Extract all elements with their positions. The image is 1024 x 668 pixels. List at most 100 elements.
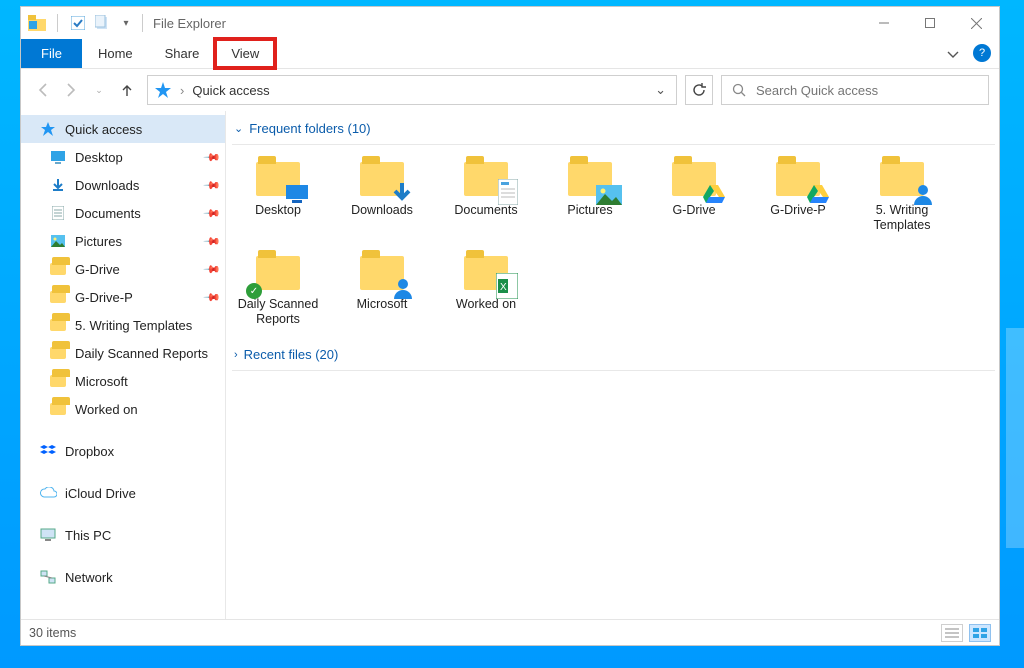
- sidebar-dropbox[interactable]: Dropbox: [21, 437, 225, 465]
- folder-tile[interactable]: Documents: [440, 151, 532, 245]
- folder-icon: [874, 155, 930, 203]
- download-overlay-icon: [390, 181, 414, 205]
- folder-person-icon: [49, 316, 67, 334]
- pin-icon: 📌: [203, 288, 222, 307]
- folder-tile[interactable]: G-Drive-P: [752, 151, 844, 245]
- maximize-button[interactable]: [907, 9, 953, 37]
- desktop-background-accent: [1006, 328, 1024, 548]
- status-bar: 30 items: [21, 619, 999, 645]
- back-button[interactable]: [31, 78, 55, 102]
- folder-icon: [770, 155, 826, 203]
- ribbon-expand-chevron-icon[interactable]: [937, 39, 969, 68]
- forward-button[interactable]: [59, 78, 83, 102]
- pin-icon: 📌: [203, 260, 222, 279]
- folder-tile[interactable]: 5. Writing Templates: [856, 151, 948, 245]
- collapse-caret-icon: ⌄: [234, 122, 243, 135]
- close-button[interactable]: [953, 9, 999, 37]
- large-icons-view-button[interactable]: [969, 624, 991, 642]
- picture-overlay-icon: [596, 185, 622, 205]
- folder-check-icon: [49, 344, 67, 362]
- recent-locations-chevron-icon[interactable]: ⌄: [87, 78, 111, 102]
- tab-file[interactable]: File: [21, 39, 82, 68]
- pin-icon: 📌: [203, 204, 222, 223]
- sidebar-this-pc[interactable]: This PC: [21, 521, 225, 549]
- separator: [57, 14, 58, 32]
- sidebar-label: Dropbox: [65, 444, 114, 459]
- frequent-folders-header[interactable]: ⌄ Frequent folders (10): [232, 117, 995, 144]
- desktop-overlay-icon: [284, 183, 310, 205]
- sidebar-label: iCloud Drive: [65, 486, 136, 501]
- folder-tile[interactable]: G-Drive: [648, 151, 740, 245]
- up-button[interactable]: [115, 78, 139, 102]
- search-icon: [732, 83, 746, 97]
- desktop-monitor-icon: [49, 148, 67, 166]
- sidebar-item-label: G-Drive: [75, 262, 120, 277]
- folder-tile[interactable]: XWorked on: [440, 245, 532, 339]
- folder-icon: ✓: [250, 249, 306, 297]
- folder-tile[interactable]: Desktop: [232, 151, 324, 245]
- dropbox-icon: [39, 442, 57, 460]
- new-folder-qat-icon[interactable]: [92, 13, 112, 33]
- address-bar[interactable]: › Quick access ⌄: [147, 75, 677, 105]
- download-arrow-icon: [49, 176, 67, 194]
- folder-tile[interactable]: Downloads: [336, 151, 428, 245]
- folder-icon: [354, 155, 410, 203]
- search-box[interactable]: [721, 75, 989, 105]
- address-dropdown-chevron-icon[interactable]: ⌄: [651, 82, 670, 98]
- tab-share[interactable]: Share: [149, 39, 216, 68]
- folder-icon: [49, 288, 67, 306]
- breadcrumb-location[interactable]: Quick access: [192, 83, 269, 98]
- quick-access-toolbar: ▾: [21, 13, 136, 33]
- pin-icon: 📌: [203, 232, 222, 251]
- sidebar-label: Quick access: [65, 122, 142, 137]
- sidebar-icloud[interactable]: iCloud Drive: [21, 479, 225, 507]
- expand-caret-icon: ›: [234, 349, 238, 361]
- tab-home[interactable]: Home: [82, 39, 149, 68]
- sidebar-network[interactable]: Network: [21, 563, 225, 591]
- this-pc-icon: [39, 526, 57, 544]
- folder-tile[interactable]: Pictures: [544, 151, 636, 245]
- folder-icon: [666, 155, 722, 203]
- folder-icon: [49, 260, 67, 278]
- sidebar-item-label: Pictures: [75, 234, 122, 249]
- sidebar-item-gdrive[interactable]: G-Drive 📌: [21, 255, 225, 283]
- sidebar-item-documents[interactable]: Documents 📌: [21, 199, 225, 227]
- separator: [142, 14, 143, 32]
- sidebar-item-desktop[interactable]: Desktop 📌: [21, 143, 225, 171]
- pin-icon: 📌: [203, 176, 222, 195]
- help-button[interactable]: ?: [973, 44, 991, 62]
- content-pane: ⌄ Frequent folders (10) DesktopDownloads…: [226, 111, 999, 619]
- refresh-button[interactable]: [685, 75, 713, 105]
- folder-label: Pictures: [567, 203, 612, 218]
- item-count: 30 items: [29, 626, 76, 640]
- sidebar-item-pictures[interactable]: Pictures 📌: [21, 227, 225, 255]
- minimize-button[interactable]: [861, 9, 907, 37]
- folder-tile[interactable]: Microsoft: [336, 245, 428, 339]
- properties-checkbox-icon[interactable]: [68, 13, 88, 33]
- sidebar-item-daily-scanned[interactable]: Daily Scanned Reports: [21, 339, 225, 367]
- sidebar-item-writing-templates[interactable]: 5. Writing Templates: [21, 311, 225, 339]
- folder-tile[interactable]: ✓Daily Scanned Reports: [232, 245, 324, 339]
- picture-icon: [49, 232, 67, 250]
- sidebar-item-gdrive-p[interactable]: G-Drive-P 📌: [21, 283, 225, 311]
- section-title: Recent files (20): [244, 347, 339, 362]
- sidebar-item-downloads[interactable]: Downloads 📌: [21, 171, 225, 199]
- qat-customize-chevron-icon[interactable]: ▾: [116, 13, 136, 33]
- search-input[interactable]: [756, 83, 978, 98]
- sidebar-quick-access[interactable]: Quick access: [21, 115, 225, 143]
- excel-overlay-icon: X: [496, 273, 518, 299]
- sidebar-item-worked-on[interactable]: Worked on: [21, 395, 225, 423]
- details-view-button[interactable]: [941, 624, 963, 642]
- gdrive-overlay-icon: [806, 183, 830, 205]
- recent-files-header[interactable]: › Recent files (20): [232, 343, 995, 370]
- navigation-pane: Quick access Desktop 📌 Downloads 📌 Docum…: [21, 111, 226, 619]
- sidebar-item-microsoft[interactable]: Microsoft: [21, 367, 225, 395]
- document-overlay-icon: [498, 179, 518, 205]
- folder-icon: [562, 155, 618, 203]
- ribbon-tabs: File Home Share View ?: [21, 39, 999, 69]
- folder-label: G-Drive-P: [770, 203, 826, 218]
- folder-icon: [250, 155, 306, 203]
- breadcrumb-separator-icon[interactable]: ›: [180, 83, 184, 98]
- tab-view[interactable]: View: [215, 39, 275, 68]
- file-explorer-window: ▾ File Explorer File Home Share View ? ⌄: [20, 6, 1000, 646]
